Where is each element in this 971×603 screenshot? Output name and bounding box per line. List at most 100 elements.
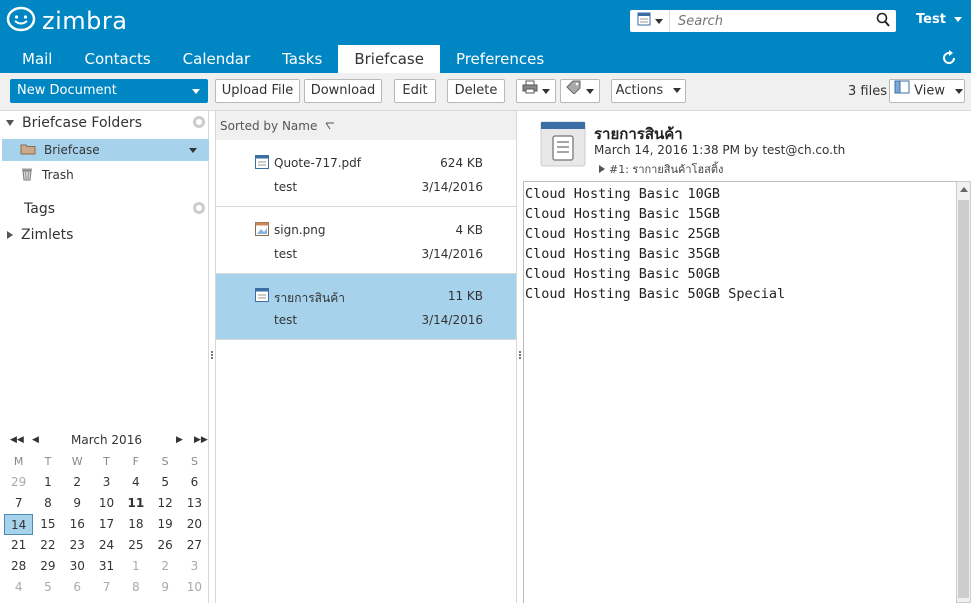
tab-calendar[interactable]: Calendar: [167, 45, 266, 73]
expand-icon[interactable]: [599, 165, 605, 173]
calendar-day[interactable]: 10: [92, 493, 121, 514]
calendar-day[interactable]: 14: [4, 514, 34, 535]
sidebar-item-trash[interactable]: Trash: [2, 164, 209, 186]
calendar-day[interactable]: 24: [92, 535, 121, 556]
chevron-down-icon[interactable]: [192, 89, 200, 94]
search-box: [630, 10, 896, 32]
zimbra-logo[interactable]: zimbra: [6, 6, 127, 36]
calendar-day[interactable]: 29: [33, 556, 62, 577]
actions-label: Actions: [615, 83, 664, 98]
calendar-month[interactable]: March 2016: [71, 433, 142, 447]
preview-scrollbar[interactable]: [956, 181, 971, 603]
mini-calendar: ◀◀ ◀ March 2016 ▶ ▶▶ M T W T F S S 29 1 2 3 4 5 6 7 8 9 1…: [4, 429, 209, 598]
calendar-day[interactable]: 17: [92, 514, 121, 535]
list-item[interactable]: รายการสินค้า 11 KB test 3/14/2016: [216, 274, 516, 340]
calendar-day[interactable]: 19: [150, 514, 179, 535]
refresh-icon[interactable]: [940, 49, 958, 71]
calendar-day[interactable]: 21: [4, 535, 33, 556]
search-icon[interactable]: [876, 12, 890, 32]
next-year-icon[interactable]: ▶▶: [194, 435, 208, 445]
preview-meta: March 14, 2016 1:38 PM by test@ch.co.th: [594, 143, 846, 157]
calendar-day[interactable]: 11: [121, 493, 150, 514]
calendar-grid: M T W T F S S 29 1 2 3 4 5 6 7 8 9 10 11 12 13 14 15 16 17 18 19 20…: [4, 451, 209, 598]
scroll-up-icon[interactable]: [960, 187, 968, 192]
gear-icon[interactable]: [193, 202, 205, 214]
chevron-down-icon: [654, 18, 663, 24]
calendar-day[interactable]: 7: [4, 493, 33, 514]
tab-preferences[interactable]: Preferences: [440, 45, 560, 73]
calendar-day[interactable]: 5: [150, 472, 179, 493]
next-month-icon[interactable]: ▶: [176, 435, 183, 445]
calendar-day[interactable]: 9: [150, 577, 179, 598]
upload-file-button[interactable]: Upload File: [215, 79, 300, 103]
calendar-day[interactable]: 10: [180, 577, 209, 598]
calendar-day[interactable]: 2: [63, 472, 92, 493]
collapse-icon[interactable]: [6, 120, 14, 126]
sort-header[interactable]: Sorted by Name: [216, 111, 516, 140]
tab-mail[interactable]: Mail: [6, 45, 68, 73]
calendar-day[interactable]: 4: [121, 472, 150, 493]
delete-button[interactable]: Delete: [447, 79, 505, 103]
search-input[interactable]: [670, 11, 860, 31]
calendar-day[interactable]: 3: [180, 556, 209, 577]
list-item[interactable]: Quote-717.pdf 624 KB test 3/14/2016: [216, 141, 516, 207]
calendar-day[interactable]: 7: [92, 577, 121, 598]
edit-button[interactable]: Edit: [394, 79, 436, 103]
list-item[interactable]: sign.png 4 KB test 3/14/2016: [216, 208, 516, 274]
calendar-day[interactable]: 27: [180, 535, 209, 556]
pane-splitter[interactable]: [210, 350, 214, 362]
calendar-day[interactable]: 23: [63, 535, 92, 556]
tag-button[interactable]: [560, 79, 600, 103]
calendar-day[interactable]: 22: [33, 535, 62, 556]
calendar-day[interactable]: 8: [33, 493, 62, 514]
search-type-dropdown[interactable]: [630, 10, 670, 32]
chevron-down-icon[interactable]: [189, 148, 197, 153]
calendar-day[interactable]: 3: [92, 472, 121, 493]
briefcase-folders-header[interactable]: Briefcase Folders: [0, 112, 209, 134]
calendar-day[interactable]: 1: [33, 472, 62, 493]
tab-contacts[interactable]: Contacts: [68, 45, 166, 73]
calendar-day[interactable]: 28: [4, 556, 33, 577]
trash-icon: [20, 167, 34, 184]
calendar-day[interactable]: 5: [33, 577, 62, 598]
calendar-day[interactable]: 20: [180, 514, 209, 535]
calendar-day[interactable]: 8: [121, 577, 150, 598]
calendar-day[interactable]: 13: [180, 493, 209, 514]
calendar-day[interactable]: 18: [121, 514, 150, 535]
user-menu[interactable]: Test: [916, 12, 962, 27]
tags-header[interactable]: Tags: [0, 198, 209, 220]
calendar-day[interactable]: 31: [92, 556, 121, 577]
calendar-day[interactable]: 9: [63, 493, 92, 514]
calendar-day[interactable]: 4: [4, 577, 33, 598]
calendar-day[interactable]: 12: [150, 493, 179, 514]
calendar-day[interactable]: 6: [180, 472, 209, 493]
calendar-day[interactable]: 16: [63, 514, 92, 535]
calendar-day[interactable]: 25: [121, 535, 150, 556]
scrollbar-thumb[interactable]: [958, 200, 969, 598]
content-line: Cloud Hosting Basic 50GB Special: [525, 286, 786, 302]
new-document-button[interactable]: New Document: [10, 79, 208, 103]
calendar-day[interactable]: 2: [150, 556, 179, 577]
expand-icon[interactable]: [7, 231, 13, 239]
calendar-day[interactable]: 30: [63, 556, 92, 577]
sidebar-item-briefcase[interactable]: Briefcase: [2, 139, 209, 161]
sort-label: Sorted by Name: [220, 118, 318, 133]
top-bar: zimbra Test Mail Contacts Calendar Tasks…: [0, 0, 971, 73]
prev-year-icon[interactable]: ◀◀: [10, 435, 24, 445]
calendar-day[interactable]: 1: [121, 556, 150, 577]
calendar-day[interactable]: 26: [150, 535, 179, 556]
calendar-day[interactable]: 6: [63, 577, 92, 598]
calendar-day[interactable]: 15: [33, 514, 62, 535]
prev-month-icon[interactable]: ◀: [32, 435, 39, 445]
version-row[interactable]: #1: รากายสินค้าโฮสติ้ง: [599, 160, 723, 178]
zimlets-header[interactable]: Zimlets: [0, 224, 209, 246]
calendar-day[interactable]: 29: [4, 472, 33, 493]
download-button[interactable]: Download: [304, 79, 382, 103]
gear-icon[interactable]: [193, 116, 205, 128]
pdf-icon: [254, 154, 270, 174]
tab-briefcase[interactable]: Briefcase: [338, 45, 440, 73]
tab-tasks[interactable]: Tasks: [266, 45, 338, 73]
print-button[interactable]: [516, 79, 556, 103]
view-button[interactable]: View: [889, 79, 965, 103]
actions-button[interactable]: Actions: [611, 79, 686, 103]
